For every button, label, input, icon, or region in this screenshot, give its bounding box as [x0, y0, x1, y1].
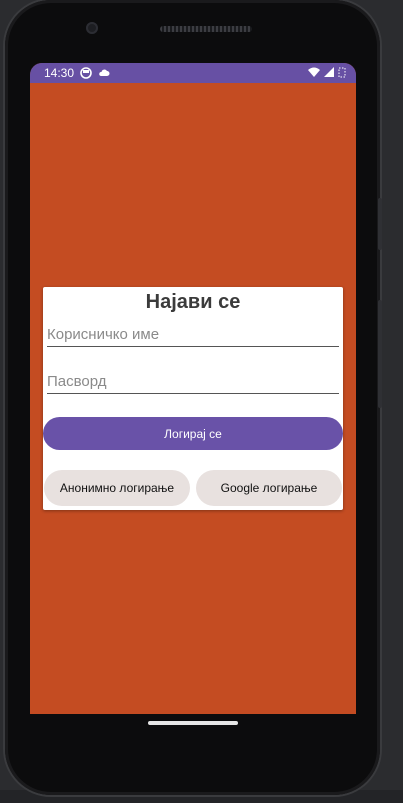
face-notification-icon — [80, 67, 92, 79]
home-indicator[interactable] — [148, 721, 238, 725]
login-button[interactable]: Логирај се — [43, 417, 343, 450]
google-login-button[interactable]: Google логирање — [196, 470, 342, 506]
anonymous-login-button[interactable]: Анонимно логирање — [44, 470, 190, 506]
login-card: Најави се Логирај се Анонимно логирање G… — [43, 287, 343, 510]
volume-button — [378, 300, 382, 408]
front-camera — [86, 22, 98, 34]
app-screen: 14:30 Најави се Логирај се Анонимно логи… — [30, 63, 356, 714]
wifi-icon — [308, 67, 320, 81]
cellular-signal-icon — [324, 67, 334, 81]
cloud-icon — [98, 67, 110, 79]
earpiece-speaker — [160, 26, 252, 32]
username-input[interactable] — [47, 322, 339, 347]
status-time: 14:30 — [44, 66, 75, 80]
status-bar: 14:30 — [30, 63, 356, 83]
login-title: Најави се — [145, 291, 241, 313]
power-button — [378, 198, 382, 250]
password-input[interactable] — [47, 369, 339, 394]
battery-icon — [338, 67, 346, 81]
